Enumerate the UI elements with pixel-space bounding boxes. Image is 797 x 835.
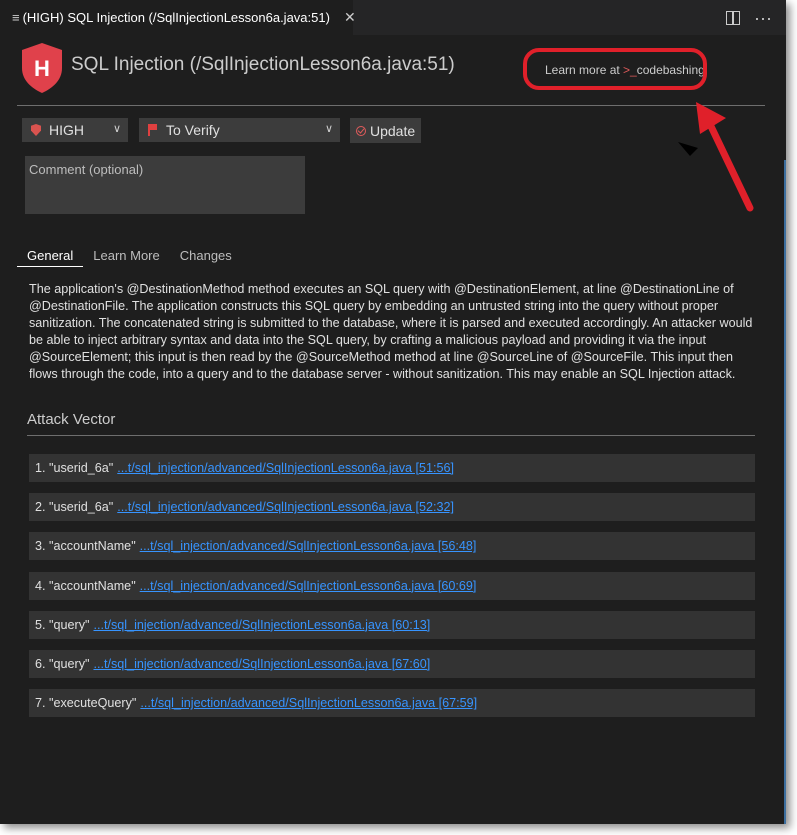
source-link[interactable]: ...t/sql_injection/advanced/SqlInjection… <box>117 500 454 514</box>
tab-title: (HIGH) SQL Injection (/SqlInjectionLesso… <box>22 10 330 25</box>
editor-tab[interactable]: ≡ (HIGH) SQL Injection (/SqlInjectionLes… <box>0 0 356 35</box>
check-circle-icon <box>356 125 366 136</box>
item-number: 1. <box>35 461 46 475</box>
attack-vector-title: Attack Vector <box>27 411 116 428</box>
update-button-label: Update <box>370 122 416 139</box>
severity-badge-letter: H <box>34 56 50 81</box>
more-actions-icon[interactable]: ··· <box>754 9 772 27</box>
scrollbar[interactable] <box>784 160 786 824</box>
chevron-down-icon: ∨ <box>112 123 121 135</box>
detail-tabs: General Learn More Changes <box>17 248 242 268</box>
list-icon: ≡ <box>12 10 20 25</box>
list-item: 6. "query" ...t/sql_injection/advanced/Sq… <box>29 649 755 678</box>
annotation-arrow <box>678 102 754 212</box>
source-link[interactable]: ...t/sql_injection/advanced/SqlInjection… <box>117 461 454 475</box>
state-value: To Verify <box>166 122 220 138</box>
state-select[interactable]: To Verify ∨ <box>139 118 340 142</box>
tab-bar: ≡ (HIGH) SQL Injection (/SqlInjectionLes… <box>0 0 786 35</box>
source-link[interactable]: ...t/sql_injection/advanced/SqlInjection… <box>93 618 430 632</box>
item-number: 4. <box>35 578 46 593</box>
item-name: "executeQuery" <box>49 696 137 711</box>
item-number: 6. <box>35 656 46 671</box>
severity-shield-icon <box>31 124 41 136</box>
vulnerability-description: The application's @DestinationMethod met… <box>29 282 753 381</box>
page-title: SQL Injection (/SqlInjectionLesson6a.jav… <box>71 54 455 75</box>
severity-value: HIGH <box>49 122 84 138</box>
editor-actions: ··· <box>726 0 772 35</box>
update-button[interactable]: Update <box>350 118 421 143</box>
item-name: "query" <box>49 656 90 671</box>
item-number: 3. <box>35 539 46 554</box>
tab-general[interactable]: General <box>17 248 84 267</box>
item-number: 7. <box>35 696 46 711</box>
list-item: 2. "userid_6a" ...t/sql_injection/advance… <box>29 493 755 522</box>
annotation-highlight-oval <box>523 48 707 90</box>
list-item: 1. "userid_6a" ...t/sql_injection/advance… <box>29 454 755 482</box>
tab-changes[interactable]: Changes <box>170 248 242 266</box>
source-link[interactable]: ...t/sql_injection/advanced/SqlInjection… <box>140 696 477 710</box>
list-item: 5. "query" ...t/sql_injection/advanced/Sq… <box>29 610 755 639</box>
item-number: 2. <box>35 500 46 515</box>
severity-select[interactable]: HIGH ∨ <box>22 118 128 142</box>
item-number: 5. <box>35 617 46 632</box>
list-item: 7. "executeQuery" ...t/sql_injection/adva… <box>29 689 755 718</box>
list-item: 3. "accountName" ...t/sql_injection/advan… <box>29 532 755 561</box>
chevron-down-icon: ∨ <box>324 123 333 135</box>
item-name: "accountName" <box>49 539 136 554</box>
attack-vector-list: 1. "userid_6a" ...t/sql_injection/advance… <box>29 454 755 728</box>
list-item: 4. "accountName" ...t/sql_injection/advan… <box>29 571 755 600</box>
comment-input[interactable] <box>25 156 305 214</box>
item-name: "query" <box>49 617 90 632</box>
split-editor-icon[interactable] <box>726 10 741 25</box>
source-link[interactable]: ...t/sql_injection/advanced/SqlInjection… <box>140 579 477 593</box>
item-name: "userid_6a" <box>49 461 114 475</box>
item-name: "userid_6a" <box>49 500 114 515</box>
source-link[interactable]: ...t/sql_injection/advanced/SqlInjection… <box>140 539 477 553</box>
high-severity-shield-icon: H <box>22 43 62 93</box>
flag-icon <box>148 124 158 136</box>
tab-learn-more[interactable]: Learn More <box>83 248 169 266</box>
editor-window: ≡ (HIGH) SQL Injection (/SqlInjectionLes… <box>0 0 786 824</box>
header-divider <box>17 105 765 106</box>
section-divider <box>27 435 755 436</box>
close-icon[interactable]: ✕ <box>344 9 356 26</box>
item-name: "accountName" <box>49 578 136 593</box>
source-link[interactable]: ...t/sql_injection/advanced/SqlInjection… <box>93 657 430 671</box>
